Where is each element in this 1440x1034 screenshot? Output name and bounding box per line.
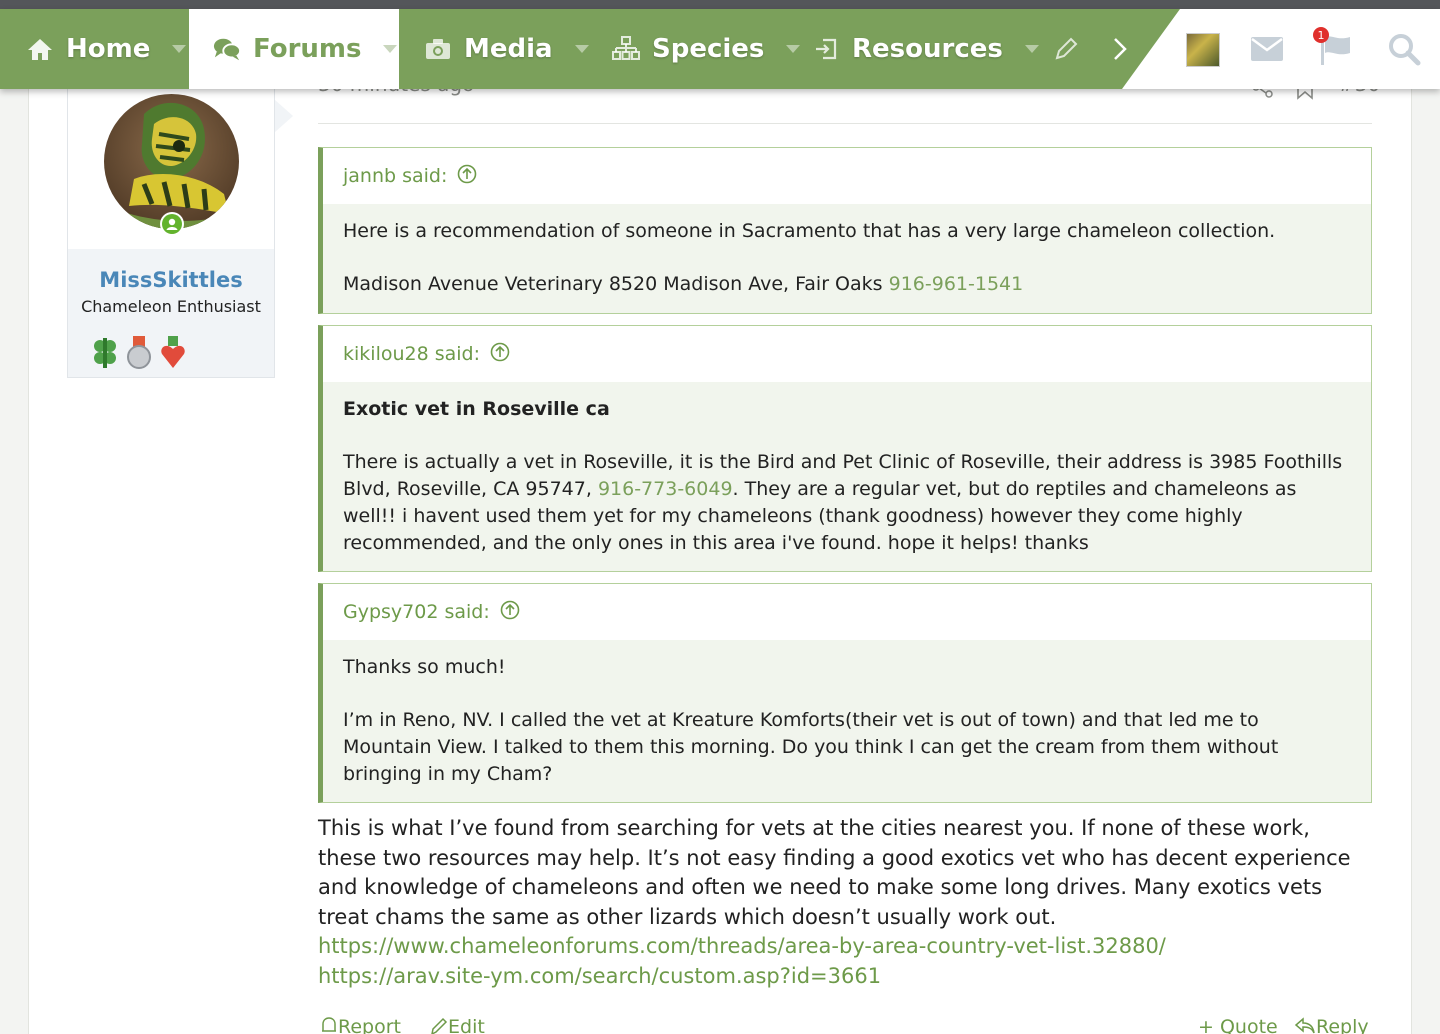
- reply-button[interactable]: Reply: [1294, 1016, 1369, 1034]
- arav-search-link[interactable]: https://arav.site-ym.com/search/custom.a…: [318, 962, 1372, 992]
- report-button[interactable]: Report: [320, 1016, 401, 1034]
- chevron-right-icon[interactable]: [1106, 35, 1134, 63]
- quote-paragraph: Thanks so much!: [343, 656, 506, 678]
- nav-resources-label: Resources: [852, 34, 1003, 64]
- account-avatar-icon[interactable]: [1186, 33, 1220, 67]
- browser-top-bar: [0, 0, 1440, 9]
- phone-link[interactable]: 916-961-1541: [889, 273, 1024, 295]
- nav-forums-label: Forums: [253, 34, 362, 64]
- chevron-down-icon[interactable]: [786, 45, 801, 53]
- quote-paragraph: Here is a recommendation of someone in S…: [343, 220, 1276, 242]
- camera-icon: [424, 35, 452, 63]
- user-cell-arrow: [275, 100, 293, 132]
- post-text: This is what I’ve found from searching f…: [318, 816, 1351, 929]
- phone-link[interactable]: 916-773-6049: [598, 478, 733, 500]
- quote-button[interactable]: + Quote: [1198, 1016, 1278, 1034]
- quote-heading: Exotic vet in Roseville ca: [343, 398, 610, 420]
- chevron-down-icon[interactable]: [383, 45, 398, 53]
- quote-paragraph: Madison Avenue Veterinary 8520 Madison A…: [343, 271, 1349, 298]
- reply-label: Reply: [1316, 1016, 1369, 1034]
- quote-header[interactable]: kikilou28 said:: [323, 326, 1371, 382]
- quote-content: Exotic vet in Roseville ca There is actu…: [323, 382, 1371, 557]
- quote-block: jannb said: Here is a recommendation of …: [318, 147, 1372, 314]
- user-title: Chameleon Enthusiast: [81, 297, 261, 316]
- quote-content: Thanks so much! I’m in Reno, NV. I calle…: [323, 640, 1371, 788]
- nav-home[interactable]: Home: [26, 9, 187, 89]
- arrow-up-circle-icon[interactable]: [500, 600, 520, 625]
- clover-trophy-icon[interactable]: [92, 336, 118, 374]
- quote-header[interactable]: jannb said:: [323, 148, 1371, 204]
- quote-text: Madison Avenue Veterinary 8520 Madison A…: [343, 273, 889, 295]
- edit-button[interactable]: Edit: [430, 1016, 485, 1034]
- quote-paragraph: There is actually a vet in Roseville, it…: [343, 449, 1349, 557]
- avatar[interactable]: [104, 94, 239, 229]
- heart-trophy-icon[interactable]: [160, 336, 186, 374]
- vet-list-link[interactable]: https://www.chameleonforums.com/threads/…: [318, 932, 1372, 962]
- inbox-icon[interactable]: [1249, 31, 1285, 67]
- nav-species[interactable]: Species: [612, 9, 801, 89]
- quote-block: Gypsy702 said: Thanks so much! I’m in Re…: [318, 583, 1372, 803]
- nav-media[interactable]: Media: [424, 9, 589, 89]
- nav-species-label: Species: [652, 34, 765, 64]
- post-body: This is what I’ve found from searching f…: [318, 814, 1372, 992]
- main-navigation: Home Forums Media Species Resources: [0, 9, 1440, 89]
- report-label: Report: [338, 1016, 401, 1034]
- pencil-icon: [1052, 35, 1080, 63]
- quote-header[interactable]: Gypsy702 said:: [323, 584, 1371, 640]
- quote-paragraph: I’m in Reno, NV. I called the vet at Kre…: [343, 709, 1279, 785]
- quote-author[interactable]: kikilou28 said:: [343, 343, 480, 365]
- nav-home-label: Home: [66, 34, 151, 64]
- quote-block: kikilou28 said: Exotic vet in Roseville …: [318, 325, 1372, 572]
- quote-author[interactable]: jannb said:: [343, 165, 447, 187]
- chevron-down-icon[interactable]: [574, 45, 589, 53]
- edit-label: Edit: [448, 1016, 485, 1034]
- post-actions: Report Edit + Quote Reply: [318, 1016, 1372, 1034]
- quote-author[interactable]: Gypsy702 said:: [343, 601, 490, 623]
- online-status-icon: [160, 212, 184, 236]
- resources-icon: [812, 35, 840, 63]
- chevron-down-icon[interactable]: [1024, 45, 1039, 53]
- username-link[interactable]: MissSkittles: [67, 268, 275, 292]
- home-icon: [26, 35, 54, 63]
- medal-trophy-icon[interactable]: [126, 336, 152, 374]
- notification-badge: 1: [1313, 27, 1329, 43]
- search-icon[interactable]: [1386, 31, 1422, 67]
- nav-media-label: Media: [464, 34, 553, 64]
- arrow-up-circle-icon[interactable]: [490, 342, 510, 367]
- chevron-down-icon[interactable]: [172, 45, 187, 53]
- forums-icon: [213, 35, 241, 63]
- quote-content: Here is a recommendation of someone in S…: [323, 204, 1371, 298]
- arrow-up-circle-icon[interactable]: [457, 164, 477, 189]
- nav-resources[interactable]: Resources: [812, 9, 1039, 89]
- sitemap-icon: [612, 35, 640, 63]
- trophy-row: [92, 336, 186, 374]
- nav-forums[interactable]: Forums: [189, 9, 399, 89]
